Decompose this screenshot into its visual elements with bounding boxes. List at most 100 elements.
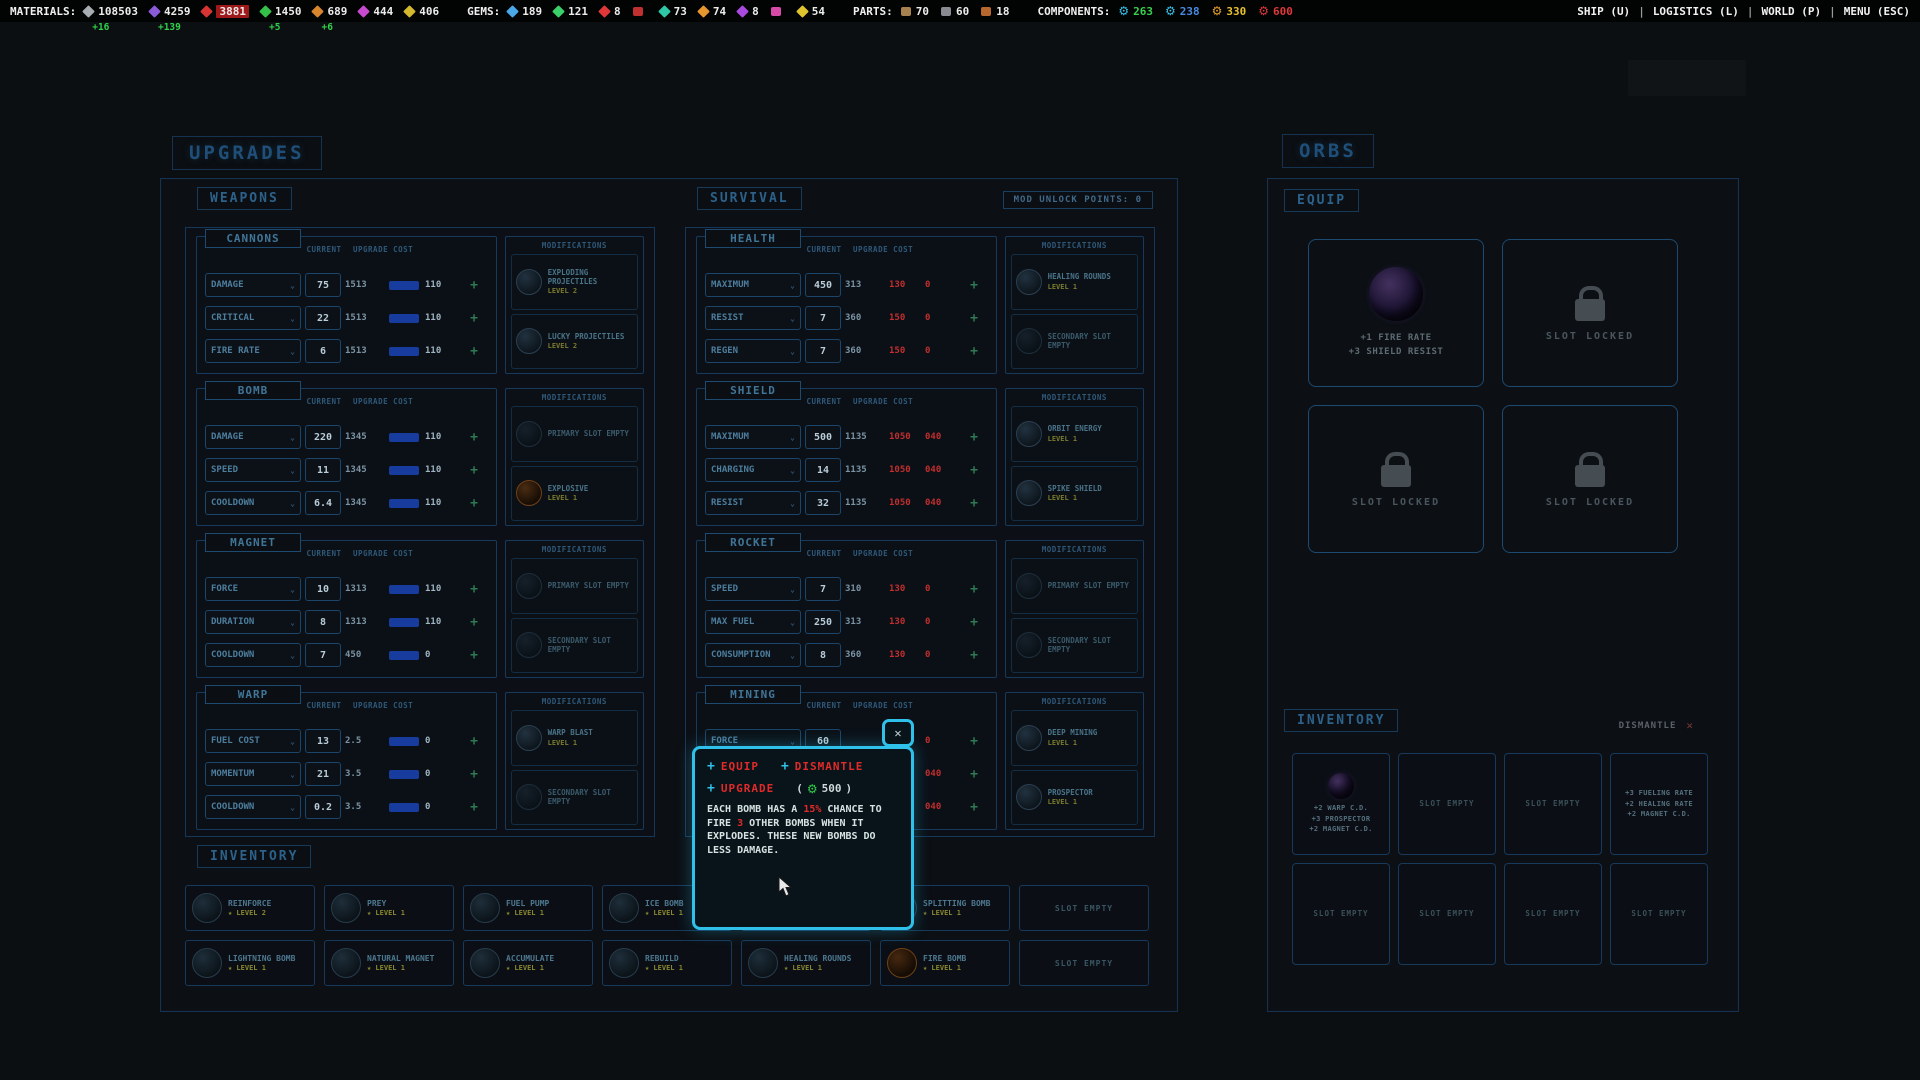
column-header-cost: UPGRADE COST bbox=[853, 397, 913, 406]
upgrade-plus-button[interactable]: + bbox=[467, 278, 481, 293]
upgrade-plus-button[interactable]: + bbox=[967, 767, 981, 782]
stat-dropdown[interactable]: DAMAGE⌄ bbox=[205, 425, 301, 449]
mod-slot[interactable]: PROSPECTORLEVEL 1 bbox=[1011, 770, 1138, 826]
stat-current-value: 6.4 bbox=[305, 491, 341, 515]
inventory-slot[interactable]: FIRE BOMB★ LEVEL 1 bbox=[880, 940, 1010, 986]
inventory-slot[interactable]: NATURAL MAGNET★ LEVEL 1 bbox=[324, 940, 454, 986]
mod-slot[interactable]: SECONDARY SLOT EMPTY bbox=[511, 770, 638, 826]
orb-inventory-slot-empty[interactable]: SLOT EMPTY bbox=[1610, 863, 1708, 965]
menu-item-world[interactable]: WORLD (P) bbox=[1762, 5, 1822, 18]
stat-dropdown[interactable]: COOLDOWN⌄ bbox=[205, 643, 301, 667]
stat-current-value: 10 bbox=[305, 577, 341, 601]
upgrade-plus-button[interactable]: + bbox=[967, 648, 981, 663]
stat-dropdown[interactable]: MAX FUEL⌄ bbox=[705, 610, 801, 634]
upgrade-plus-button[interactable]: + bbox=[967, 278, 981, 293]
inventory-slot[interactable]: REINFORCE★ LEVEL 2 bbox=[185, 885, 315, 931]
upgrade-plus-button[interactable]: + bbox=[467, 344, 481, 359]
stat-dropdown[interactable]: CRITICAL⌄ bbox=[205, 306, 301, 330]
upgrade-plus-button[interactable]: + bbox=[467, 582, 481, 597]
mod-slot[interactable]: SPIKE SHIELDLEVEL 1 bbox=[1011, 466, 1138, 522]
upgrade-plus-button[interactable]: + bbox=[467, 430, 481, 445]
mod-slot[interactable]: PRIMARY SLOT EMPTY bbox=[511, 558, 638, 614]
upgrade-plus-button[interactable]: + bbox=[467, 615, 481, 630]
menu-item-menu[interactable]: MENU (ESC) bbox=[1844, 5, 1910, 18]
mod-slot[interactable]: WARP BLASTLEVEL 1 bbox=[511, 710, 638, 766]
inventory-slot-empty[interactable]: SLOT EMPTY bbox=[1019, 940, 1149, 986]
orbs-dismantle-button[interactable]: DISMANTLE ✕ bbox=[1619, 719, 1694, 732]
upgrade-plus-button[interactable]: + bbox=[467, 734, 481, 749]
orb-inventory-slot-empty[interactable]: SLOT EMPTY bbox=[1292, 863, 1390, 965]
stat-dropdown[interactable]: REGEN⌄ bbox=[705, 339, 801, 363]
inventory-slot[interactable]: REBUILD★ LEVEL 1 bbox=[602, 940, 732, 986]
dismantle-button[interactable]: + DISMANTLE bbox=[781, 759, 863, 774]
stat-dropdown[interactable]: SPEED⌄ bbox=[705, 577, 801, 601]
orb-inventory-slot[interactable]: +2 WARP C.D.+3 PROSPECTOR+2 MAGNET C.D. bbox=[1292, 753, 1390, 855]
mod-level: LEVEL 1 bbox=[1048, 435, 1102, 444]
mod-slot[interactable]: PRIMARY SLOT EMPTY bbox=[1011, 558, 1138, 614]
orb-inventory-slot-empty[interactable]: SLOT EMPTY bbox=[1504, 753, 1602, 855]
stat-row: RESIST⌄3211351050040+ bbox=[705, 489, 988, 517]
orb-inventory-slot-empty[interactable]: SLOT EMPTY bbox=[1504, 863, 1602, 965]
orb-slot-locked[interactable]: SLOT LOCKED bbox=[1502, 405, 1678, 553]
orb-inventory-slot-empty[interactable]: SLOT EMPTY bbox=[1398, 753, 1496, 855]
orb-slot-locked[interactable]: SLOT LOCKED bbox=[1502, 239, 1678, 387]
stat-dropdown[interactable]: SPEED⌄ bbox=[205, 458, 301, 482]
inventory-slot-empty[interactable]: SLOT EMPTY bbox=[1019, 885, 1149, 931]
upgrade-plus-button[interactable]: + bbox=[967, 800, 981, 815]
upgrade-plus-button[interactable]: + bbox=[467, 648, 481, 663]
inventory-slot[interactable]: ACCUMULATE★ LEVEL 1 bbox=[463, 940, 593, 986]
menu-item-logistics[interactable]: LOGISTICS (L) bbox=[1653, 5, 1739, 18]
upgrade-plus-button[interactable]: + bbox=[967, 615, 981, 630]
mod-slot[interactable]: SECONDARY SLOT EMPTY bbox=[1011, 618, 1138, 674]
equip-button[interactable]: + EQUIP bbox=[707, 759, 759, 774]
upgrade-plus-button[interactable]: + bbox=[467, 311, 481, 326]
dismantle-x-icon[interactable]: ✕ bbox=[1686, 719, 1694, 732]
upgrade-plus-button[interactable]: + bbox=[967, 463, 981, 478]
upgrade-plus-button[interactable]: + bbox=[967, 344, 981, 359]
mod-slot[interactable]: SECONDARY SLOT EMPTY bbox=[511, 618, 638, 674]
stat-dropdown[interactable]: DURATION⌄ bbox=[205, 610, 301, 634]
upgrade-plus-button[interactable]: + bbox=[467, 767, 481, 782]
mod-slot[interactable]: LUCKY PROJECTILESLEVEL 2 bbox=[511, 314, 638, 370]
close-icon[interactable]: ✕ bbox=[882, 719, 914, 747]
stat-dropdown[interactable]: RESIST⌄ bbox=[705, 306, 801, 330]
mod-slot[interactable]: PRIMARY SLOT EMPTY bbox=[511, 406, 638, 462]
stat-dropdown[interactable]: FORCE⌄ bbox=[205, 577, 301, 601]
stat-dropdown[interactable]: FIRE RATE⌄ bbox=[205, 339, 301, 363]
upgrade-plus-button[interactable]: + bbox=[967, 734, 981, 749]
stat-dropdown[interactable]: MOMENTUM⌄ bbox=[205, 762, 301, 786]
stat-dropdown[interactable]: COOLDOWN⌄ bbox=[205, 491, 301, 515]
inventory-slot[interactable]: FUEL PUMP★ LEVEL 1 bbox=[463, 885, 593, 931]
mod-slot[interactable]: SECONDARY SLOT EMPTY bbox=[1011, 314, 1138, 370]
upgrade-plus-button[interactable]: + bbox=[467, 800, 481, 815]
inventory-slot[interactable]: LIGHTNING BOMB★ LEVEL 1 bbox=[185, 940, 315, 986]
stat-dropdown[interactable]: MAXIMUM⌄ bbox=[705, 425, 801, 449]
inventory-slot[interactable]: HEALING ROUNDS★ LEVEL 1 bbox=[741, 940, 871, 986]
upgrade-plus-button[interactable]: + bbox=[467, 496, 481, 511]
mod-slot[interactable]: EXPLOSIVELEVEL 1 bbox=[511, 466, 638, 522]
mod-slot[interactable]: ORBIT ENERGYLEVEL 1 bbox=[1011, 406, 1138, 462]
orb-slot-equipped[interactable]: +1 FIRE RATE+3 SHIELD RESIST bbox=[1308, 239, 1484, 387]
stat-dropdown[interactable]: CHARGING⌄ bbox=[705, 458, 801, 482]
mod-slot[interactable]: HEALING ROUNDSLEVEL 1 bbox=[1011, 254, 1138, 310]
orb-slot-locked[interactable]: SLOT LOCKED bbox=[1308, 405, 1484, 553]
upgrade-plus-button[interactable]: + bbox=[967, 496, 981, 511]
stat-dropdown[interactable]: RESIST⌄ bbox=[705, 491, 801, 515]
upgrade-plus-button[interactable]: + bbox=[967, 430, 981, 445]
stat-dropdown[interactable]: CONSUMPTION⌄ bbox=[705, 643, 801, 667]
stat-dropdown[interactable]: FUEL COST⌄ bbox=[205, 729, 301, 753]
cost-value: 040 bbox=[925, 802, 955, 812]
stat-dropdown[interactable]: COOLDOWN⌄ bbox=[205, 795, 301, 819]
orb-inventory-slot[interactable]: +3 FUELING RATE+2 HEALING RATE+2 MAGNET … bbox=[1610, 753, 1708, 855]
upgrade-button[interactable]: + UPGRADE bbox=[707, 781, 774, 796]
inventory-slot[interactable]: PREY★ LEVEL 1 bbox=[324, 885, 454, 931]
stat-dropdown[interactable]: MAXIMUM⌄ bbox=[705, 273, 801, 297]
upgrade-plus-button[interactable]: + bbox=[967, 311, 981, 326]
mod-slot[interactable]: DEEP MININGLEVEL 1 bbox=[1011, 710, 1138, 766]
mod-slot[interactable]: EXPLODING PROJECTILESLEVEL 2 bbox=[511, 254, 638, 310]
menu-item-ship[interactable]: SHIP (U) bbox=[1577, 5, 1630, 18]
orb-inventory-slot-empty[interactable]: SLOT EMPTY bbox=[1398, 863, 1496, 965]
stat-dropdown[interactable]: DAMAGE⌄ bbox=[205, 273, 301, 297]
upgrade-plus-button[interactable]: + bbox=[467, 463, 481, 478]
upgrade-plus-button[interactable]: + bbox=[967, 582, 981, 597]
